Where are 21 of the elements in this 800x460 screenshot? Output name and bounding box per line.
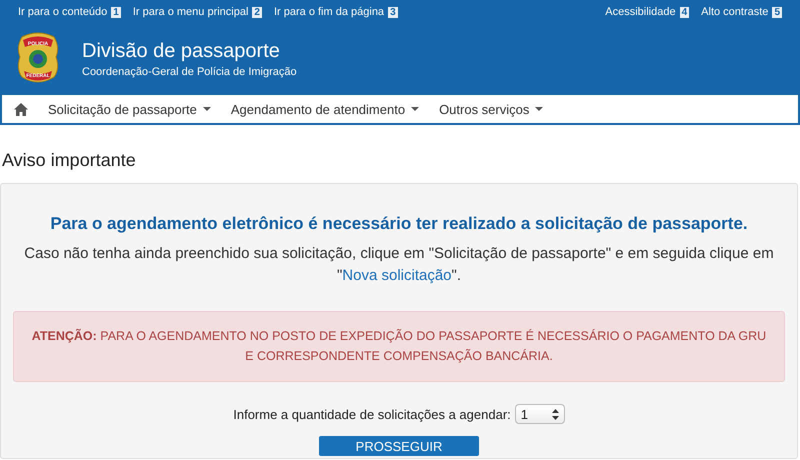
site-title: Divisão de passaporte [82,38,281,62]
skip-link[interactable]: Ir para o fim da página 3 [274,5,398,19]
nav-menu-item[interactable]: Outros serviços [439,102,544,116]
site-subtitle: Coordenação-Geral de Polícia de Imigração [82,66,297,78]
spinner-arrows-icon [552,408,559,420]
quantity-select[interactable]: 1 [514,404,565,424]
home-icon[interactable] [14,102,28,116]
skip-link[interactable]: Ir para o menu principal 2 [132,5,262,19]
page-heading: Aviso importante [1,149,137,171]
skip-link[interactable]: Ir para o conteúdo 1 [18,5,121,19]
quantity-label: Informe a quantidade de solicitações a agendar: [233,406,511,422]
nav-menu-item[interactable]: Agendamento de atendimento [230,102,420,116]
accessibility-link[interactable]: Alto contraste 5 [701,5,782,19]
proceed-button[interactable]: PROSSEGUIR [319,436,479,456]
new-request-link[interactable]: Nova solicitação [342,267,452,284]
accessibility-link[interactable]: Acessibilidade 4 [605,5,690,19]
nav-menu-item[interactable]: Solicitação de passaporte [48,102,211,116]
warning-alert: ATENÇÃO: PARA O AGENDAMENTO NO POSTO DE EXPEDIÇÃO DO PASSAPORTE É NECESSÁRIO O PAGAMENTO DA GRU E CORRESPONDENTE COMPENSAÇÃO BANCÁRIA. [13,311,785,382]
police-badge-drawing [18,32,58,82]
instruction-text: Caso não tenha ainda preenchido sua solicitação, clique em "Solicitação de passaporte" e em seguida clique em "Nova solicitação". [23,244,775,286]
notice-headline: Para o agendamento eletrônico é necessário ter realizado a solicitação de passaporte. [49,214,749,234]
